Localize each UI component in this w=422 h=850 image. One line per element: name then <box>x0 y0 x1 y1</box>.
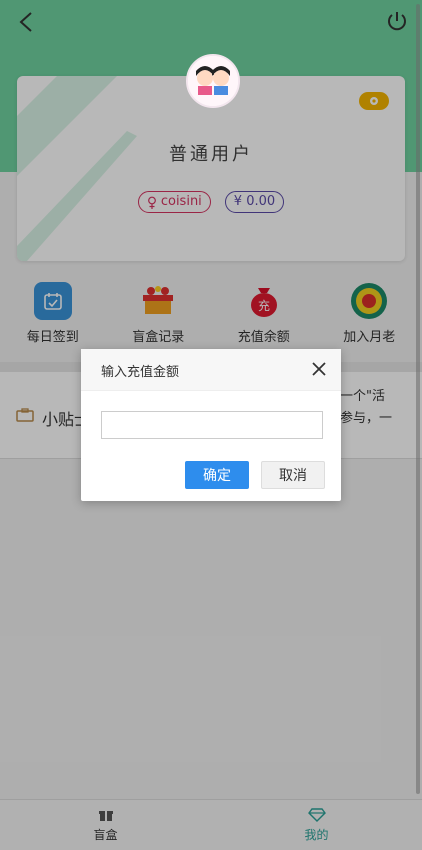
amount-input[interactable] <box>101 411 323 439</box>
cancel-button[interactable]: 取消 <box>261 461 325 489</box>
dialog-header: 输入充值金额 <box>81 349 341 391</box>
dialog-title: 输入充值金额 <box>101 365 180 380</box>
scrollbar[interactable] <box>416 4 420 794</box>
confirm-button[interactable]: 确定 <box>185 461 249 489</box>
recharge-dialog: 输入充值金额 确定 取消 <box>81 349 341 501</box>
profile-page: 普通用户 coisini ¥ 0.00 每日签到 盲盒记录 充 充值余额 加入月… <box>0 0 422 850</box>
avatar-image <box>188 56 238 106</box>
avatar[interactable] <box>186 54 240 108</box>
close-icon[interactable] <box>311 361 327 377</box>
